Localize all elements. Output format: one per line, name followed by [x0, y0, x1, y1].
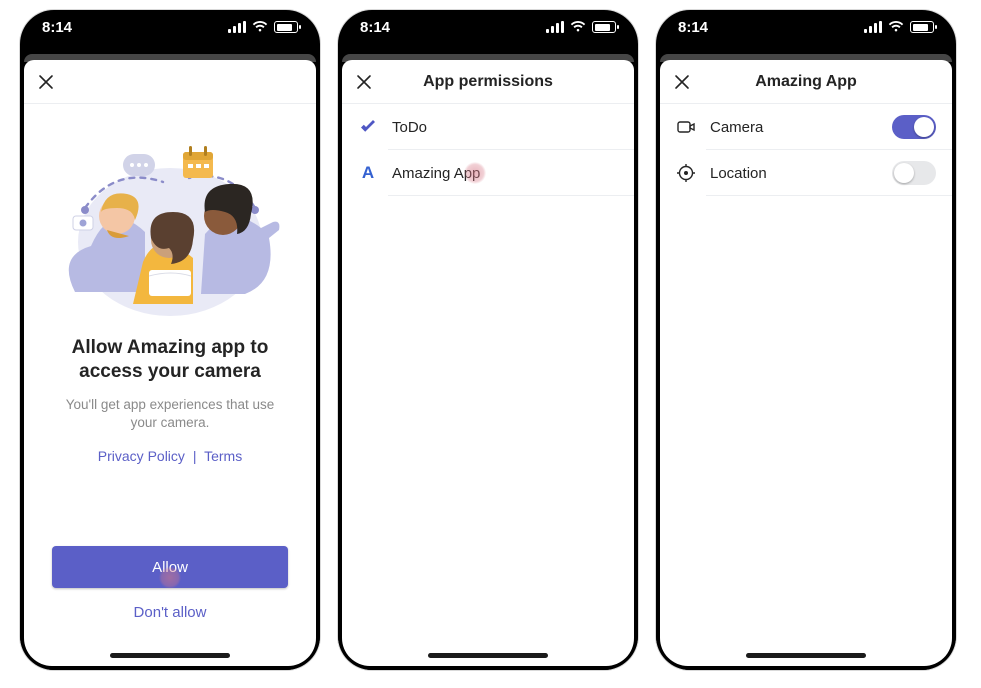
- status-bar: 8:14: [20, 10, 320, 44]
- modal-sheet: App permissions ToDo A Amazing: [342, 60, 634, 666]
- wifi-icon: [252, 21, 268, 33]
- cellular-signal-icon: [864, 21, 882, 33]
- location-toggle[interactable]: [892, 161, 936, 185]
- battery-icon: [910, 21, 934, 33]
- phone-app-permissions-list: 8:14 App permissions: [338, 10, 638, 670]
- status-time: 8:14: [42, 19, 72, 36]
- close-icon: [674, 74, 690, 90]
- permission-illustration: [24, 104, 316, 328]
- app-row-label: Amazing App: [392, 165, 618, 182]
- close-button[interactable]: [660, 60, 704, 104]
- permission-subtitle: You'll get app experiences that use your…: [24, 390, 316, 440]
- status-indicators: [864, 21, 934, 33]
- permission-label: Camera: [710, 119, 878, 136]
- app-row-label: ToDo: [392, 119, 618, 136]
- permission-title: Allow Amazing app to access your camera: [24, 328, 316, 390]
- link-separator: |: [189, 448, 201, 464]
- home-indicator[interactable]: [428, 653, 548, 658]
- app-letter-icon: A: [358, 163, 378, 183]
- status-indicators: [546, 21, 616, 33]
- status-time: 8:14: [360, 19, 390, 36]
- status-time: 8:14: [678, 19, 708, 36]
- home-indicator[interactable]: [110, 653, 230, 658]
- allow-button[interactable]: Allow: [52, 546, 288, 588]
- terms-link[interactable]: Terms: [204, 448, 242, 464]
- app-row-todo[interactable]: ToDo: [342, 104, 634, 150]
- close-icon: [38, 74, 54, 90]
- modal-sheet: Amazing App Camera: [660, 60, 952, 666]
- wifi-icon: [570, 21, 586, 33]
- close-button[interactable]: [24, 60, 68, 104]
- cellular-signal-icon: [228, 21, 246, 33]
- allow-button-label: Allow: [152, 559, 188, 576]
- status-indicators: [228, 21, 298, 33]
- phone-app-permission-toggles: 8:14 Amazing App: [656, 10, 956, 670]
- location-icon: [676, 163, 696, 183]
- app-row-amazing-app[interactable]: A Amazing App: [342, 150, 634, 196]
- phone-permission-prompt: 8:14: [20, 10, 320, 670]
- battery-icon: [274, 21, 298, 33]
- camera-icon: [676, 117, 696, 137]
- close-icon: [356, 74, 372, 90]
- close-button[interactable]: [342, 60, 386, 104]
- permission-row-location: Location: [660, 150, 952, 196]
- camera-toggle[interactable]: [892, 115, 936, 139]
- cellular-signal-icon: [546, 21, 564, 33]
- permission-label: Location: [710, 165, 878, 182]
- privacy-policy-link[interactable]: Privacy Policy: [98, 448, 185, 464]
- home-indicator[interactable]: [746, 653, 866, 658]
- dont-allow-button[interactable]: Don't allow: [52, 594, 288, 630]
- status-bar: 8:14: [338, 10, 638, 44]
- policy-links: Privacy Policy | Terms: [24, 440, 316, 464]
- status-bar: 8:14: [656, 10, 956, 44]
- modal-sheet: Allow Amazing app to access your camera …: [24, 60, 316, 666]
- check-icon: [358, 117, 378, 137]
- battery-icon: [592, 21, 616, 33]
- wifi-icon: [888, 21, 904, 33]
- permission-row-camera: Camera: [660, 104, 952, 150]
